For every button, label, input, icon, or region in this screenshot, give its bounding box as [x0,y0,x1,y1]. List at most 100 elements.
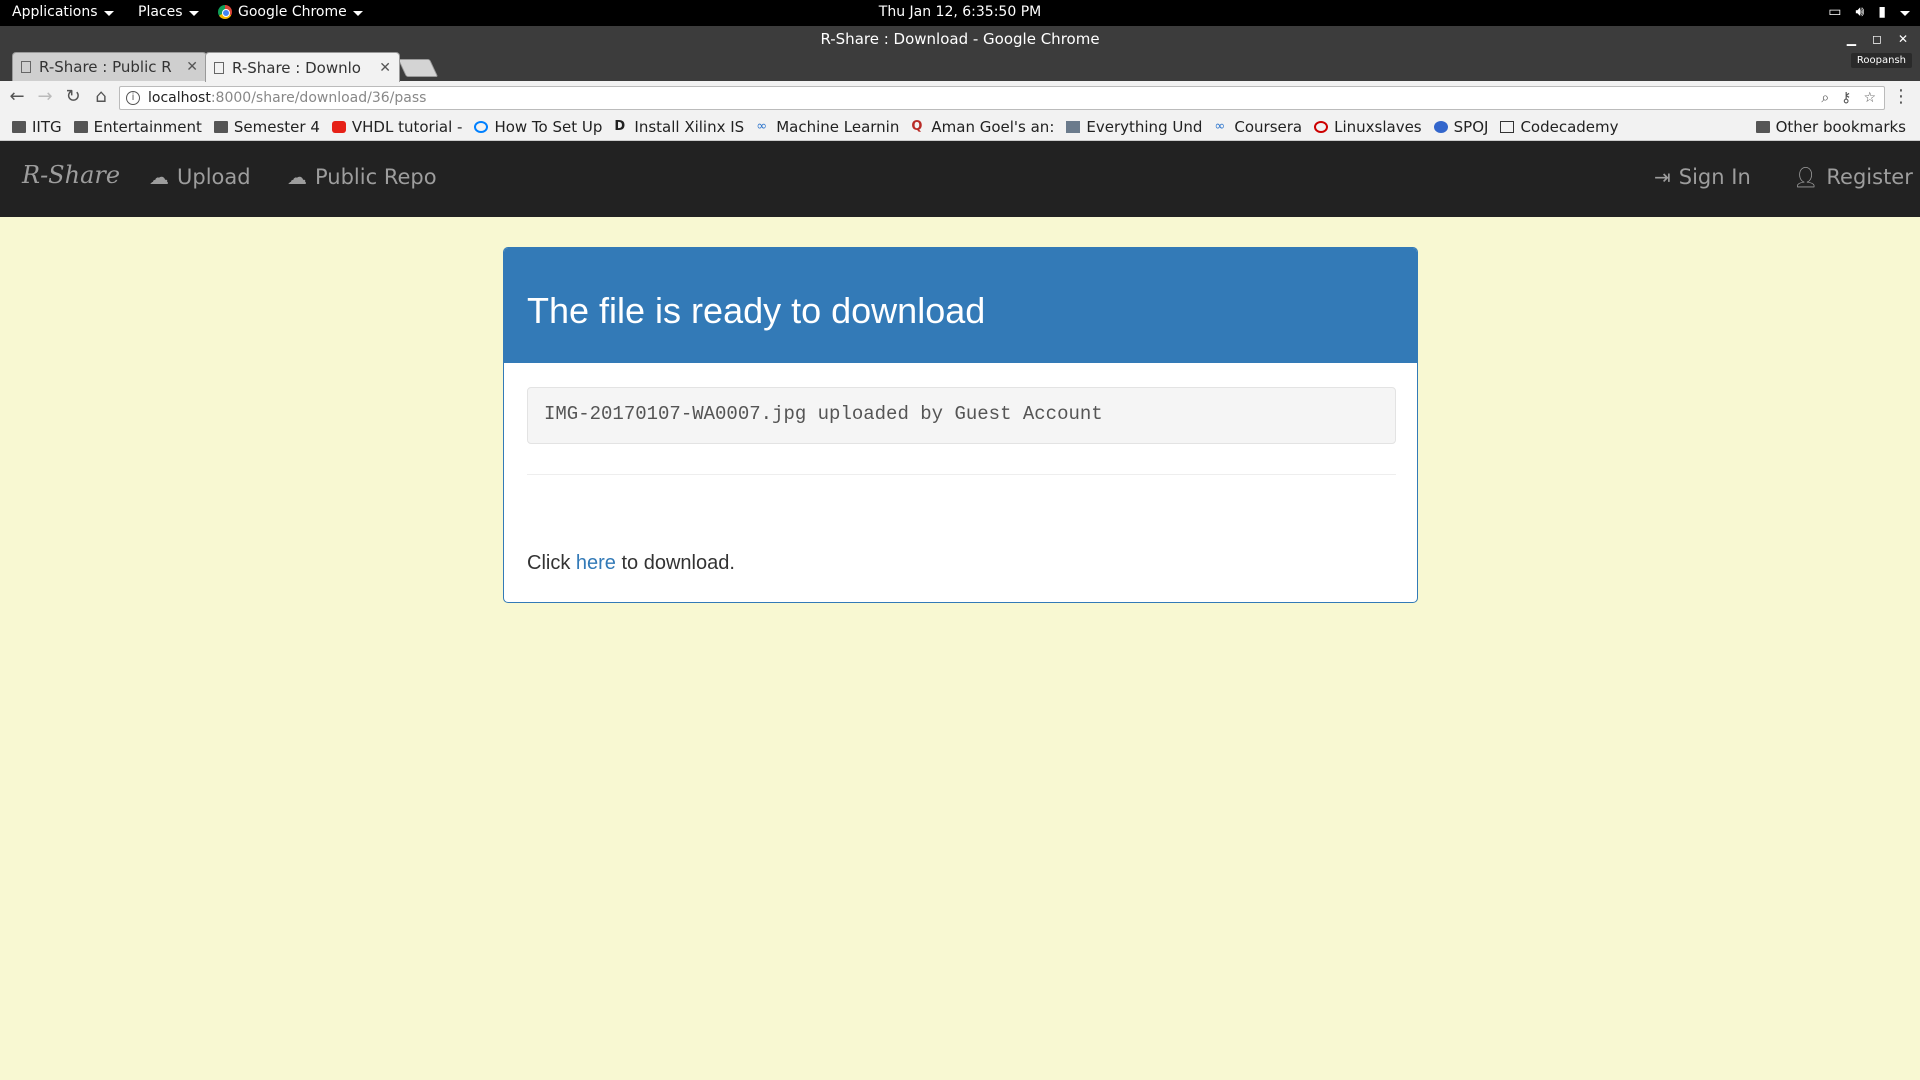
battery-icon: ▮ [1878,4,1886,20]
page-icon [214,61,224,74]
system-top-bar: Applications Places Google Chrome Thu Ja… [0,0,1920,26]
bookmark-how-to-set-up[interactable]: How To Set Up [474,118,602,136]
linuxslaves-icon [1314,121,1329,133]
bookmark-coursera[interactable]: ∞ Coursera [1214,118,1302,136]
system-tray[interactable]: ▭ 🔊︎ ▮ [1828,4,1910,20]
minimize-icon[interactable]: ▁ [1847,32,1856,46]
d-icon: D [614,119,626,134]
back-icon[interactable]: ← [6,86,28,107]
bookmark-codecademy[interactable]: Codecademy [1500,118,1619,136]
nav-upload-label: Upload [177,165,251,189]
bookmark-iitg[interactable]: IITG [12,118,62,136]
folder-icon [73,121,88,133]
nav-sign-in[interactable]: ⇥ Sign In [1654,165,1751,189]
site-navbar: R-Share ☁ Upload ☁ Public Repo ⇥ Sign In… [0,141,1920,217]
bookmark-entertainment[interactable]: Entertainment [73,118,202,136]
bookmark-vhdl[interactable]: VHDL tutorial - [331,118,463,136]
panel-heading: The file is ready to download [504,248,1417,363]
new-tab-button[interactable] [397,59,439,77]
close-icon[interactable]: ✕ [379,60,391,76]
bookmark-label: SPOJ [1453,118,1489,136]
tab-label: R-Share : Public R [39,58,172,76]
click-suffix: to download. [615,552,735,574]
bookmark-label: Aman Goel's an: [931,118,1055,136]
tab-download[interactable]: R-Share : Downlo ✕ [205,52,400,82]
clock-text[interactable]: Thu Jan 12, 6:35:50 PM [879,4,1041,20]
bookmark-machine-learning[interactable]: ∞ Machine Learnin [756,118,899,136]
bookmark-linuxslaves[interactable]: Linuxslaves [1314,118,1422,136]
applications-label: Applications [12,4,98,20]
bookmark-label: Entertainment [93,118,202,136]
forward-icon[interactable]: → [34,86,56,107]
bookmark-label: Linuxslaves [1334,118,1422,136]
codecademy-icon [1500,121,1515,133]
other-bookmarks[interactable]: Other bookmarks [1755,118,1906,136]
close-icon[interactable]: ✕ [186,59,198,75]
address-bar[interactable]: i localhost:8000/share/download/36/pass … [119,86,1885,110]
url-path: :8000/share/download/36/pass [210,90,427,106]
cloud-icon: ☁ [287,165,307,189]
url-host: localhost [148,90,211,106]
bookmark-semester-4[interactable]: Semester 4 [213,118,320,136]
digitalocean-icon [474,121,489,133]
quora-icon: Q [911,119,923,134]
folder-icon [12,121,26,133]
bookmark-label: Machine Learnin [776,118,900,136]
window-title: R-Share : Download - Google Chrome [820,30,1100,48]
user-icon: 👤︎ [1793,165,1819,189]
nav-register-label: Register [1826,165,1913,189]
divider [527,474,1396,475]
download-panel: The file is ready to download IMG-201701… [503,247,1418,603]
page-icon [21,61,31,73]
info-icon[interactable]: i [126,91,140,105]
applications-menu[interactable]: Applications [12,4,114,20]
bookmark-label: IITG [32,118,62,136]
bookmark-label: How To Set Up [494,118,603,136]
app-menu-chrome[interactable]: Google Chrome [218,4,363,20]
coursera-icon: ∞ [1214,119,1226,134]
bookmark-everything[interactable]: Everything Und [1066,118,1202,136]
bookmarks-bar: IITG Entertainment Semester 4 VHDL tutor… [0,114,1920,141]
log-in-icon: ⇥ [1654,165,1671,189]
youtube-icon [331,121,346,133]
places-menu[interactable]: Places [138,4,199,20]
maximize-icon[interactable]: ◻ [1872,32,1882,46]
toolbar: ← → ↻ ⌂ i localhost:8000/share/download/… [0,81,1920,114]
browser-title-bar: R-Share : Download - Google Chrome ▁ ◻ ✕… [0,26,1920,82]
click-prefix: Click [527,552,576,574]
key-icon[interactable]: ⚷ [1841,90,1851,106]
site-icon [1066,121,1081,133]
chevron-down-icon [352,10,363,16]
download-instruction: Click here to download. [527,552,735,575]
download-link[interactable]: here [576,552,616,574]
profile-badge[interactable]: Roopansh [1850,53,1912,68]
display-icon: ▭ [1828,4,1842,20]
bookmark-label: Everything Und [1086,118,1203,136]
bookmark-spoj[interactable]: SPOJ [1433,118,1489,136]
brand-logo[interactable]: R-Share [22,161,120,189]
nav-upload[interactable]: ☁ Upload [149,165,251,189]
bookmark-label: VHDL tutorial - [351,118,463,136]
file-info-well: IMG-20170107-WA0007.jpg uploaded by Gues… [527,387,1396,444]
window-controls: ▁ ◻ ✕ [1847,32,1908,46]
close-icon[interactable]: ✕ [1898,32,1908,46]
nav-sign-in-label: Sign In [1678,165,1751,189]
spoj-icon [1433,121,1448,133]
bookmark-label: Install Xilinx IS [634,118,745,136]
home-icon[interactable]: ⌂ [90,86,112,107]
bookmark-aman-goel[interactable]: Q Aman Goel's an: [911,118,1054,136]
tab-public-repo[interactable]: R-Share : Public R ✕ [12,52,207,81]
chevron-down-icon [103,10,114,16]
menu-icon[interactable]: ⋮ [1892,86,1910,107]
coursera-icon: ∞ [756,119,768,134]
chrome-icon [218,5,232,19]
nav-public-repo[interactable]: ☁ Public Repo [287,165,437,189]
nav-register[interactable]: 👤︎ Register [1793,165,1913,189]
bookmark-label: Codecademy [1520,118,1619,136]
reload-icon[interactable]: ↻ [62,86,84,107]
folder-icon [213,121,228,133]
zoom-icon[interactable]: ⌕ [1821,90,1829,106]
tab-label: R-Share : Downlo [232,58,361,77]
bookmark-install-xilinx[interactable]: D Install Xilinx IS [614,118,744,136]
star-icon[interactable]: ☆ [1863,90,1876,106]
